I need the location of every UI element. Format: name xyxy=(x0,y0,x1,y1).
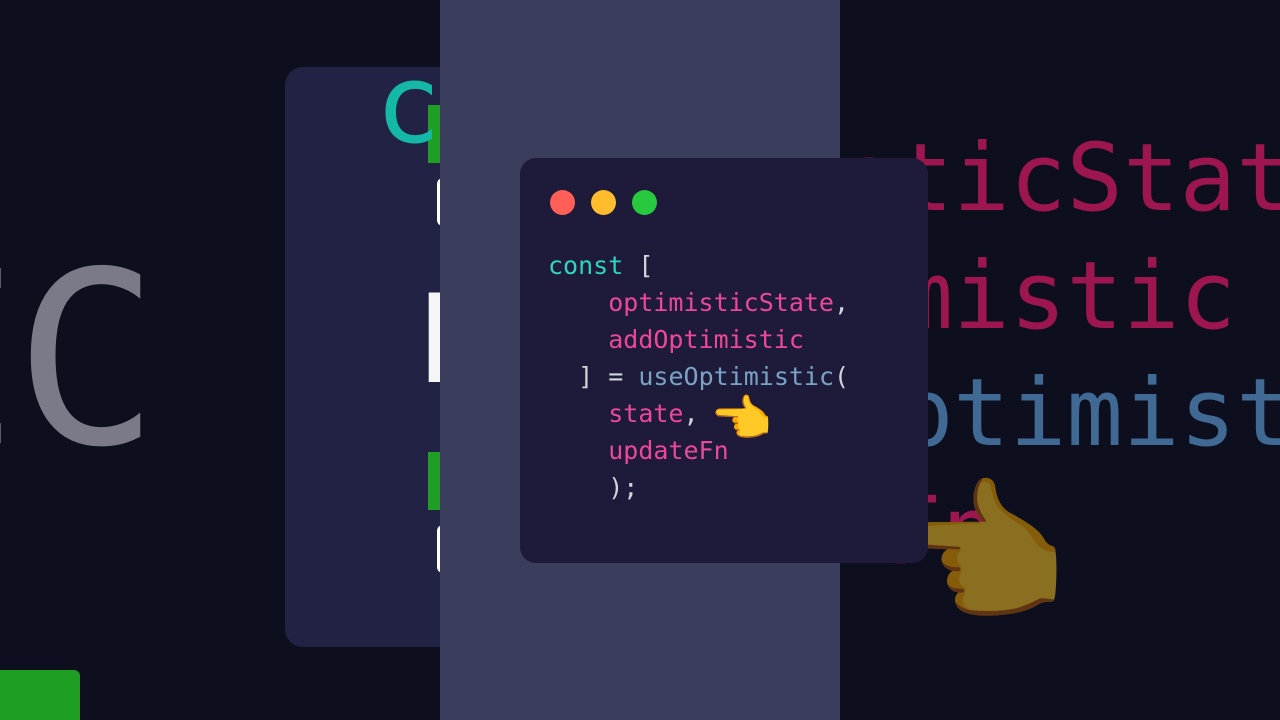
pointing-hand-icon: 👈 xyxy=(710,394,772,444)
equals: = xyxy=(608,362,623,391)
comma: , xyxy=(683,399,698,428)
paren-open: ( xyxy=(834,362,849,391)
minimize-icon[interactable] xyxy=(591,190,616,215)
maximize-icon[interactable] xyxy=(632,190,657,215)
bg-blur-text: IC xyxy=(420,262,440,412)
var-optimistic-state: optimisticState xyxy=(608,288,834,317)
comma: , xyxy=(834,288,849,317)
code-window: const [ optimisticState, addOptimistic ]… xyxy=(520,158,928,563)
var-add-optimistic: addOptimistic xyxy=(608,325,804,354)
arg-state: state xyxy=(608,399,683,428)
closing: ); xyxy=(608,473,638,502)
fn-use-optimistic: useOptimistic xyxy=(638,362,834,391)
bracket-open: [ xyxy=(638,251,653,280)
window-controls xyxy=(548,186,900,215)
close-icon[interactable] xyxy=(550,190,575,215)
bg-blur-text: co xyxy=(375,40,440,168)
bg-green-square-2 xyxy=(428,452,440,510)
bg-blur-text: IC xyxy=(0,220,149,500)
bg-left-panel: co IC IC xyxy=(0,0,440,720)
keyword-const: const xyxy=(548,251,623,280)
bracket-close: ] xyxy=(578,362,593,391)
bg-green-square-3 xyxy=(0,670,80,720)
code-block: const [ optimisticState, addOptimistic ]… xyxy=(548,247,900,506)
